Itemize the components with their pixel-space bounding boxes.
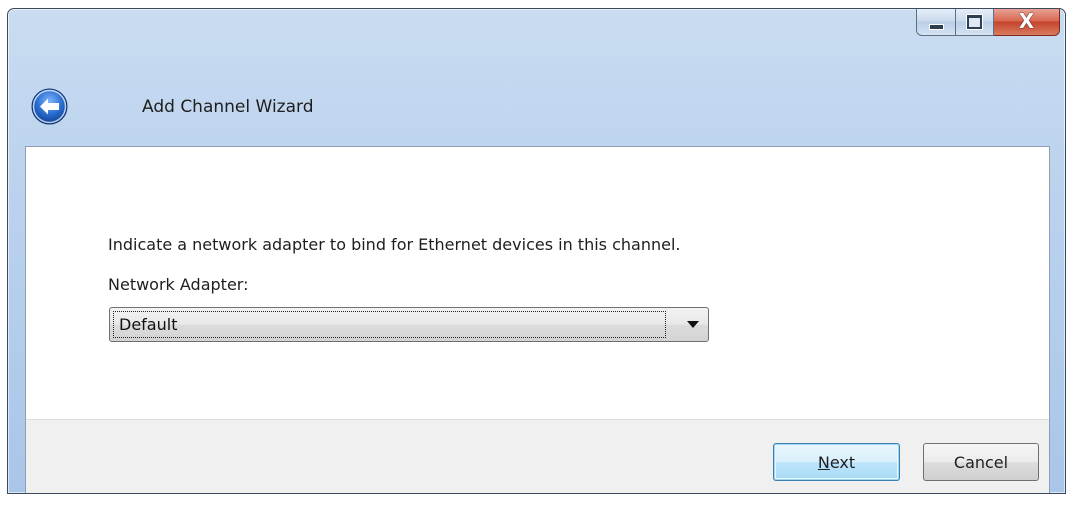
back-button[interactable] (31, 88, 68, 125)
minimize-icon (928, 23, 944, 30)
network-adapter-select[interactable]: Default (109, 307, 709, 342)
select-value: Default (119, 315, 178, 334)
back-arrow-icon (31, 88, 68, 125)
cancel-button[interactable]: Cancel (923, 443, 1039, 481)
wizard-window: X Add Channel Wizard Indicate a network … (7, 8, 1066, 494)
next-button-mnemonic: N (817, 452, 830, 472)
next-button-label: ext (829, 452, 856, 472)
chevron-down-icon[interactable] (687, 321, 699, 328)
maximize-icon (966, 13, 983, 30)
network-adapter-label: Network Adapter: (108, 275, 249, 294)
next-button[interactable]: Next (773, 443, 900, 481)
wizard-footer: Next Cancel (26, 419, 1049, 493)
close-button[interactable]: X (994, 8, 1060, 36)
wizard-content: Indicate a network adapter to bind for E… (25, 146, 1050, 493)
wizard-body: Indicate a network adapter to bind for E… (26, 147, 1049, 419)
minimize-button[interactable] (916, 9, 956, 36)
window-title: Add Channel Wizard (142, 97, 314, 117)
instruction-text: Indicate a network adapter to bind for E… (108, 235, 681, 254)
title-bar[interactable]: X Add Channel Wizard (8, 9, 1065, 146)
caption-buttons: X (916, 8, 1060, 38)
close-icon: X (1018, 8, 1035, 33)
maximize-button[interactable] (956, 9, 994, 36)
select-focus-rect: Default (113, 311, 666, 338)
